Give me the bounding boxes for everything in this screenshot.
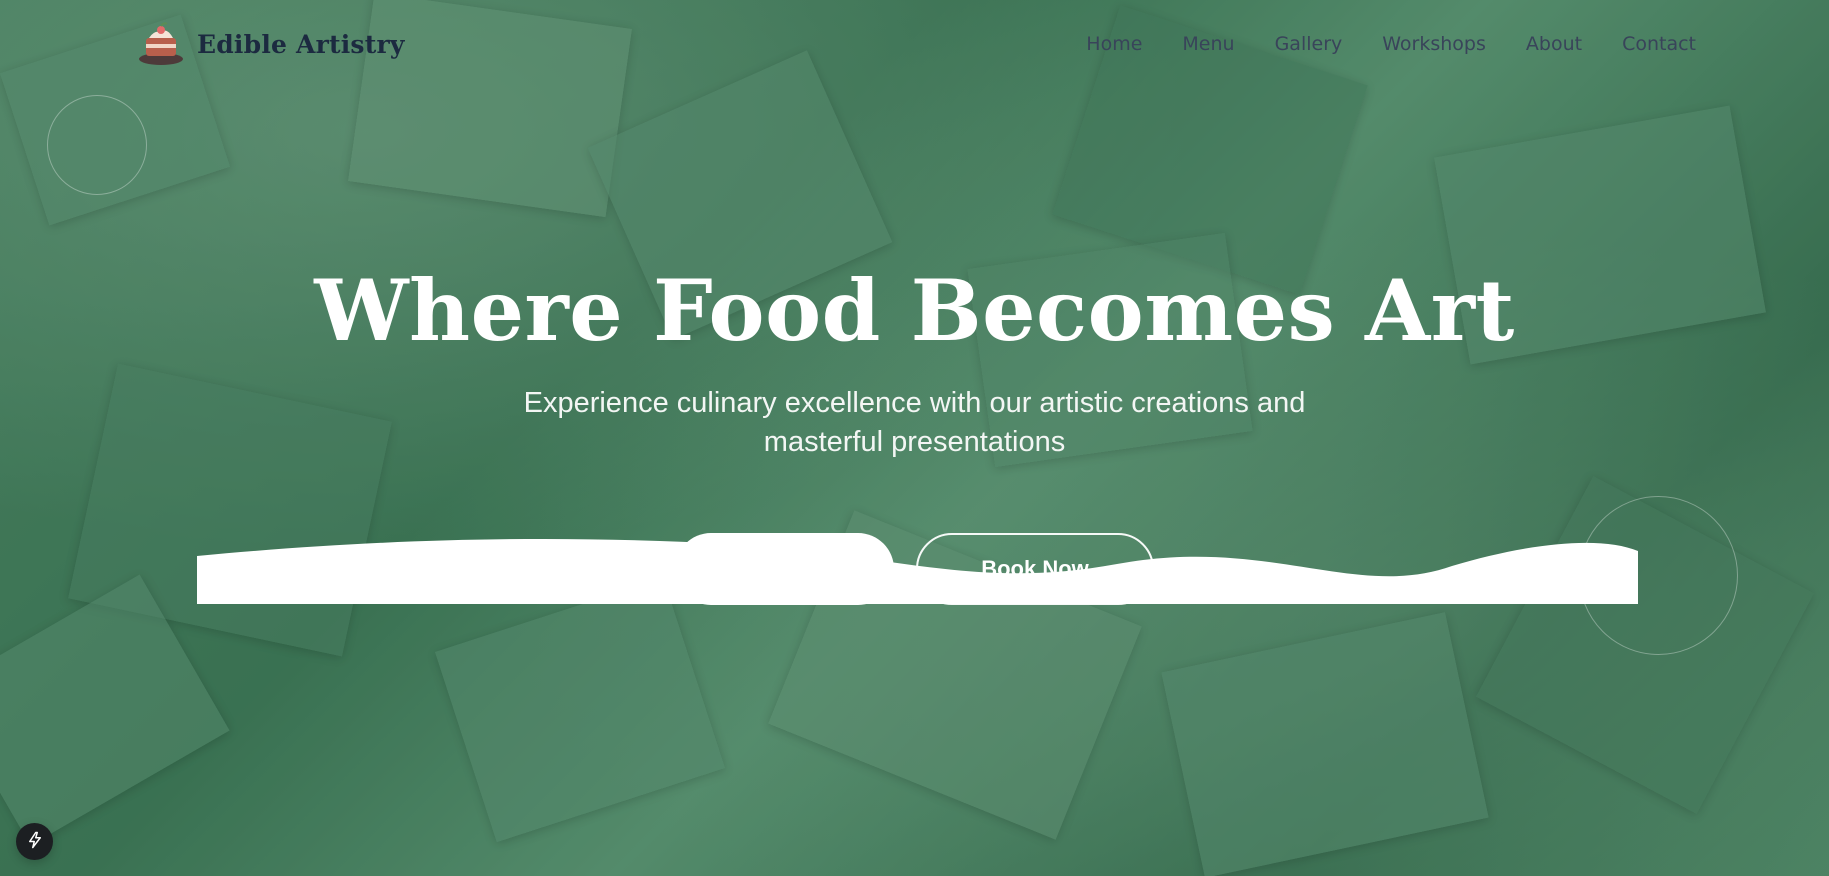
nav-home[interactable]: Home [1086, 33, 1142, 55]
decorative-circle-left [47, 95, 147, 195]
nav-gallery[interactable]: Gallery [1275, 33, 1343, 55]
landing-page: Edible Artistry Home Menu Gallery Worksh… [0, 0, 1829, 876]
hero-title: Where Food Becomes Art [314, 261, 1515, 360]
brand-name: Edible Artistry [197, 29, 405, 59]
nav-workshops[interactable]: Workshops [1382, 33, 1486, 55]
lightning-icon [26, 831, 44, 853]
top-navigation: Edible Artistry Home Menu Gallery Worksh… [0, 0, 1829, 88]
nav-menu[interactable]: Menu [1182, 33, 1234, 55]
floating-action-button[interactable] [16, 823, 53, 860]
hero-section: Where Food Becomes Art Experience culina… [0, 261, 1829, 462]
brand[interactable]: Edible Artistry [137, 20, 405, 68]
nav-contact[interactable]: Contact [1622, 33, 1696, 55]
nav-about[interactable]: About [1526, 33, 1582, 55]
hero-subtitle: Experience culinary excellence with our … [523, 386, 1306, 458]
cake-icon [137, 20, 185, 68]
nav-links: Home Menu Gallery Workshops About Contac… [1086, 0, 1696, 88]
